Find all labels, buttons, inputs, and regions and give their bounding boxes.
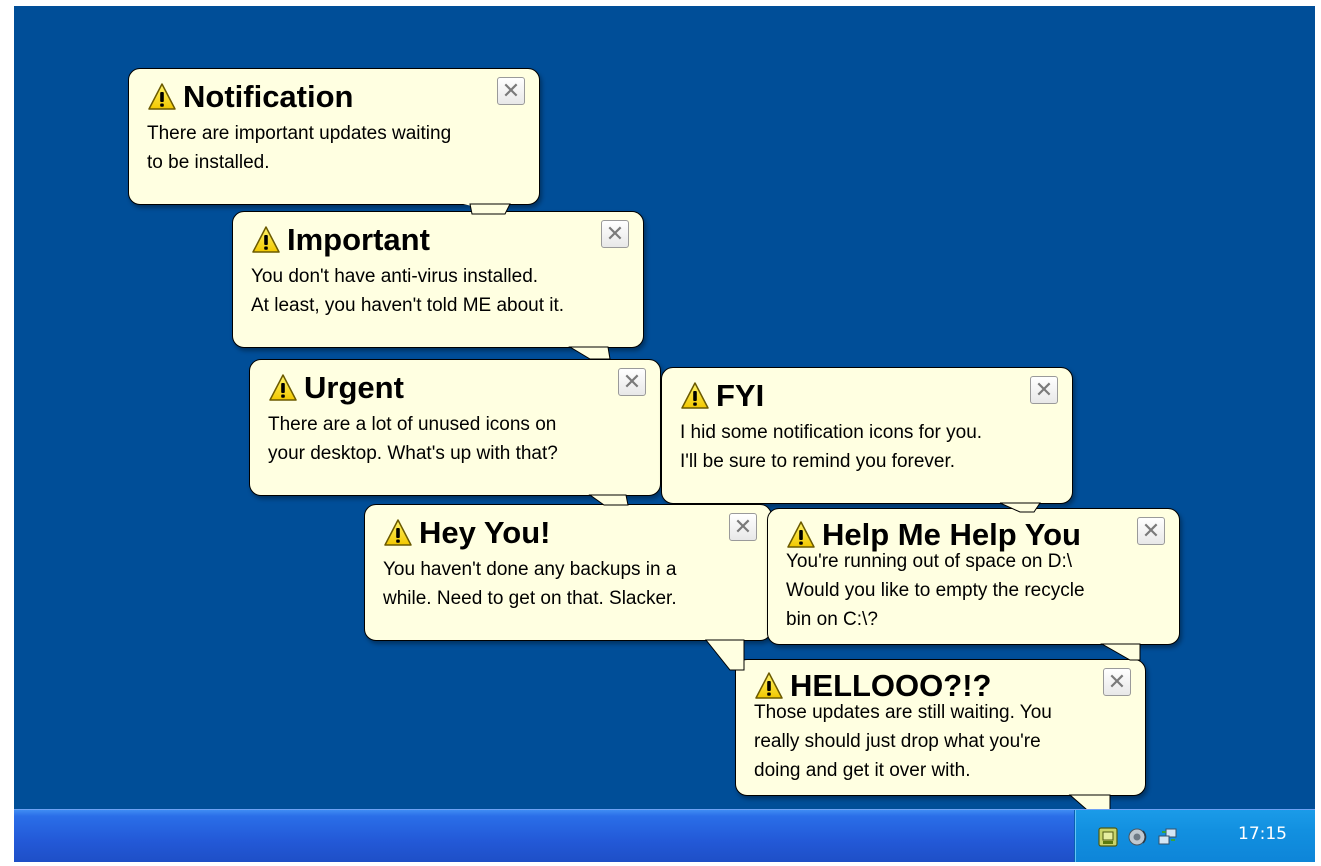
speaker-tray-icon[interactable] bbox=[1127, 826, 1149, 848]
balloon-tail bbox=[588, 494, 629, 506]
updates-tray-icon[interactable] bbox=[1097, 826, 1119, 848]
balloon-tail bbox=[999, 502, 1041, 513]
balloon-tail bbox=[1100, 643, 1141, 661]
network-tray-icon[interactable] bbox=[1157, 826, 1179, 848]
balloon-tail bbox=[469, 203, 511, 215]
balloon-tail bbox=[568, 346, 611, 360]
system-tray: 17:15 bbox=[1074, 810, 1315, 862]
balloon-tails bbox=[469, 203, 1141, 832]
balloon-tail bbox=[704, 639, 745, 671]
clock[interactable]: 17:15 bbox=[1238, 824, 1287, 844]
taskbar: 17:15 bbox=[14, 809, 1315, 862]
